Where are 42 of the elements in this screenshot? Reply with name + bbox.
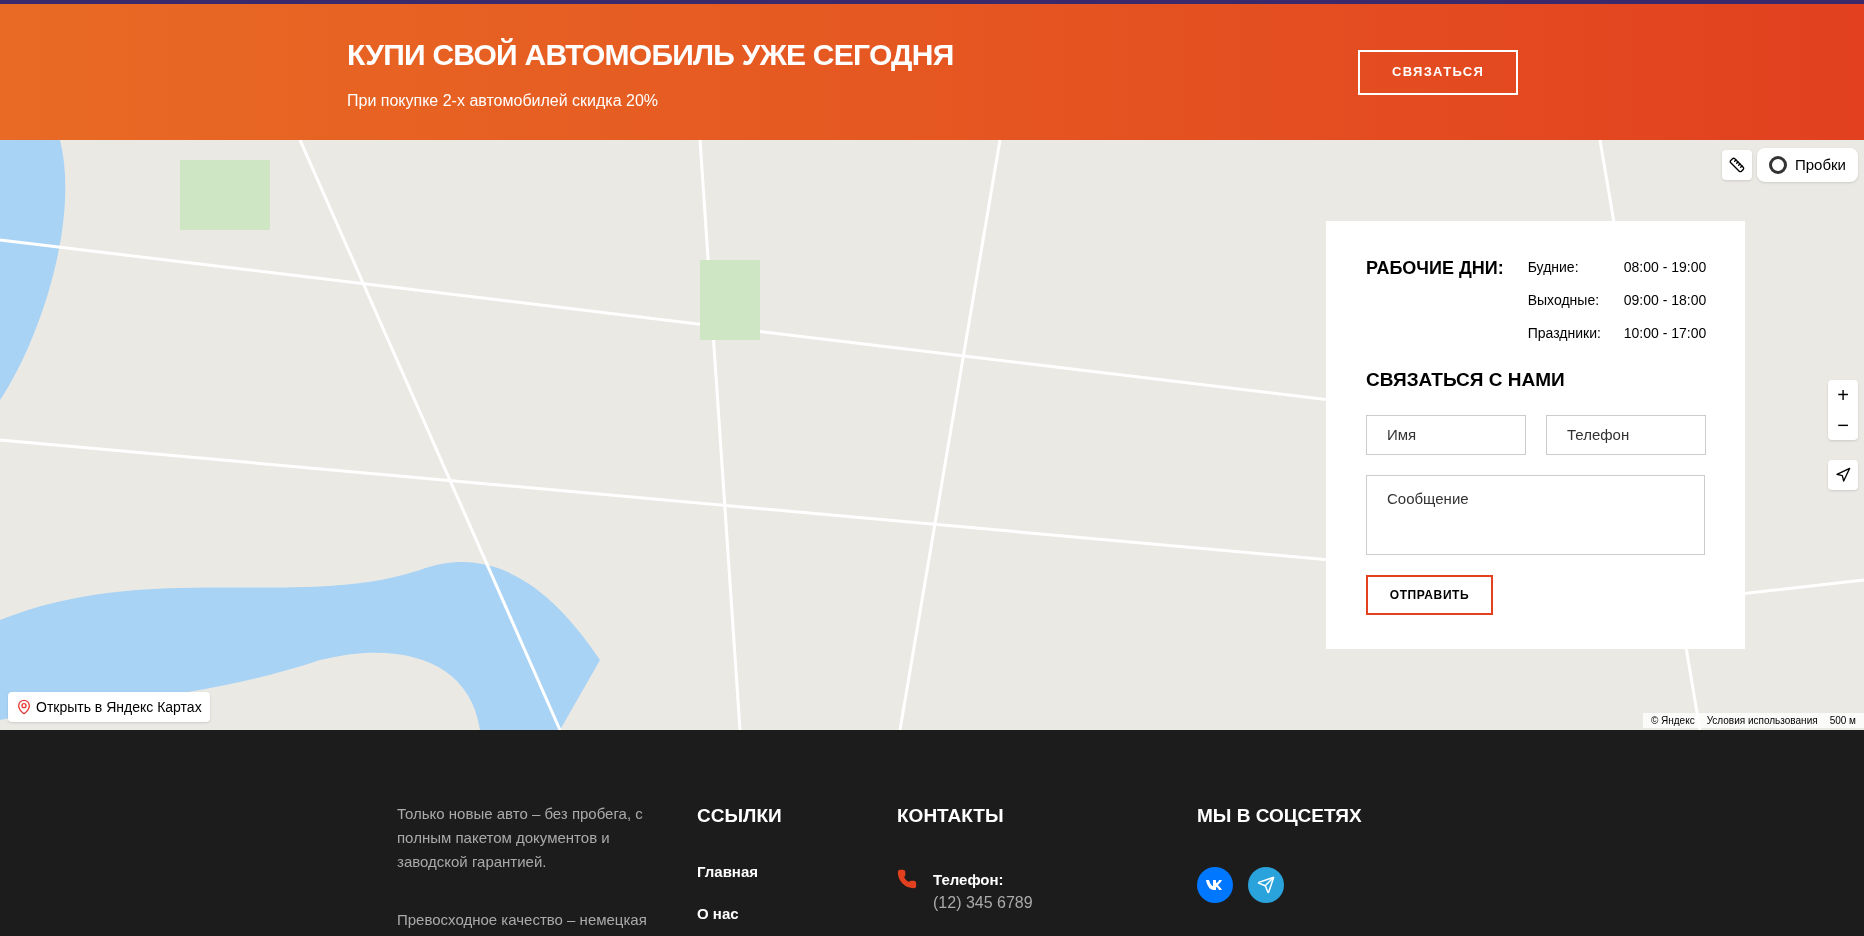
location-button[interactable] — [1828, 460, 1858, 490]
phone-field[interactable]: Телефон — [1546, 414, 1706, 455]
hours-label: Праздники: — [1527, 324, 1602, 343]
scale-label: 500 м — [1829, 714, 1856, 728]
hours-label: Выходные: — [1527, 291, 1601, 310]
promo-title: КУПИ СВОЙ АВТОМОБИЛЬ УЖЕ СЕГОДНЯ — [347, 36, 954, 73]
name-field[interactable]: Имя — [1366, 414, 1526, 455]
vk-link[interactable] — [1197, 866, 1233, 903]
phone-icon — [897, 868, 917, 889]
social-title: МЫ В СОЦСЕТЯХ — [1197, 804, 1362, 828]
zoom-out-button[interactable]: − — [1828, 410, 1858, 440]
terms-link[interactable]: Условия использования — [1706, 713, 1818, 728]
about-text: Только новые авто – без пробега, с полным пакетом документов и заводской гарантией. — [397, 804, 644, 872]
footer-link[interactable]: Главная — [697, 860, 897, 883]
hours-time: 10:00 - 17:00 — [1623, 324, 1707, 343]
form-title: СВЯЗАТЬСЯ С НАМИ — [1366, 368, 1566, 392]
traffic-icon — [1769, 156, 1787, 174]
about-text: Превосходное качество – немецкая — [397, 910, 648, 930]
message-field[interactable]: Сообщение — [1366, 474, 1705, 555]
footer-link[interactable]: О нас — [697, 903, 897, 926]
traffic-button[interactable]: Пробки — [1757, 148, 1858, 182]
promo-subtitle: При покупке 2-х автомобилей скидка 20% — [347, 90, 660, 111]
phone-label: Телефон: — [933, 869, 1005, 890]
vk-logo-icon — [1205, 878, 1225, 891]
hours-time: 08:00 - 19:00 — [1623, 258, 1707, 277]
pin-icon — [16, 699, 32, 715]
telegram-link[interactable] — [1248, 866, 1284, 903]
contact-button[interactable]: СВЯЗАТЬСЯ — [1358, 49, 1518, 95]
paper-plane-icon — [1257, 875, 1275, 894]
phone-number: (12) 345 6789 — [933, 893, 1033, 913]
contacts-title: КОНТАКТЫ — [897, 804, 1005, 828]
navigation-arrow-icon — [1835, 467, 1851, 483]
zoom-in-button[interactable]: + — [1828, 380, 1858, 410]
hours-time: 09:00 - 18:00 — [1623, 291, 1707, 310]
hours-title: РАБОЧИЕ ДНИ: — [1366, 257, 1504, 280]
hours-label: Будние: — [1527, 258, 1580, 277]
copyright-text: © Яндекс — [1650, 714, 1695, 728]
ruler-icon — [1729, 157, 1745, 173]
open-in-maps-link[interactable]: Открыть в Яндекс Картах — [8, 692, 210, 722]
submit-button[interactable]: ОТПРАВИТЬ — [1366, 574, 1493, 615]
ruler-button[interactable] — [1722, 150, 1752, 180]
links-title: ССЫЛКИ — [697, 804, 783, 828]
